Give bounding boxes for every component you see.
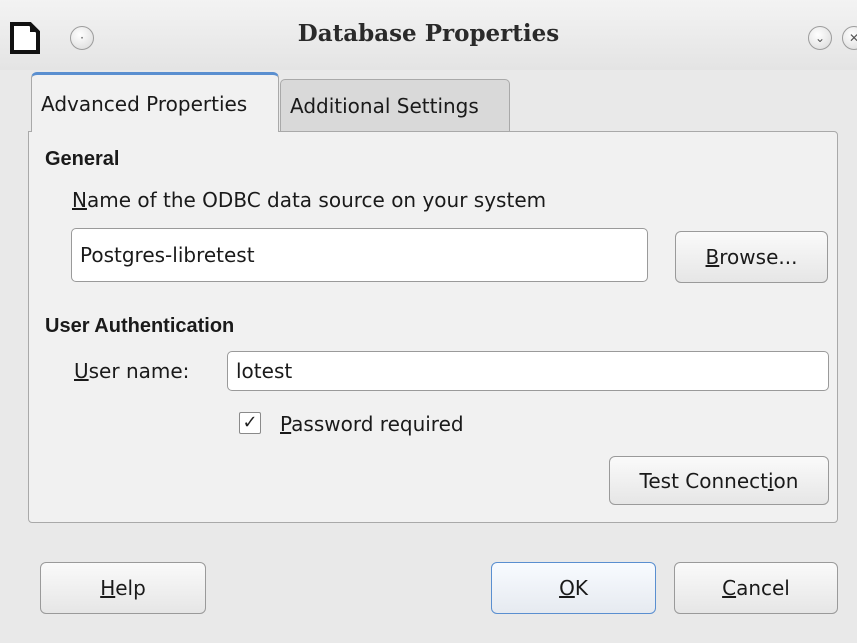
title-bar: · Database Properties ⌄ ✕ [0,0,857,70]
cancel-button-label: Cancel [722,576,790,600]
ok-button[interactable]: OK [491,562,656,614]
password-required-label[interactable]: Password required [280,412,464,436]
datasource-name-value: Postgres-libretest [80,243,255,267]
datasource-label: Name of the ODBC data source on your sys… [72,188,547,212]
username-value: lotest [236,359,293,383]
window-title: Database Properties [297,20,560,47]
help-button[interactable]: Help [40,562,206,614]
browse-button-label: Browse... [705,245,798,269]
browse-button[interactable]: Browse... [675,231,828,283]
test-connection-button[interactable]: Test Connection [609,456,829,505]
help-button-label: Help [100,576,146,600]
ok-button-label: OK [559,576,588,600]
user-authentication-heading: User Authentication [45,315,235,337]
username-label: User name: [74,359,190,383]
tab-label: Additional Settings [290,93,479,118]
cancel-button[interactable]: Cancel [674,562,838,614]
password-required-checkbox[interactable]: ✓ [239,412,261,434]
tab-advanced-properties[interactable]: Advanced Properties [31,72,279,132]
minimize-icon[interactable]: ⌄ [808,26,832,50]
general-heading: General [45,148,120,170]
checkmark-icon: ✓ [242,412,258,433]
datasource-name-input[interactable]: Postgres-libretest [71,228,648,282]
tab-additional-settings[interactable]: Additional Settings [280,79,510,131]
username-input[interactable]: lotest [227,351,829,391]
test-connection-label: Test Connection [639,468,799,493]
tab-label: Advanced Properties [41,91,248,116]
